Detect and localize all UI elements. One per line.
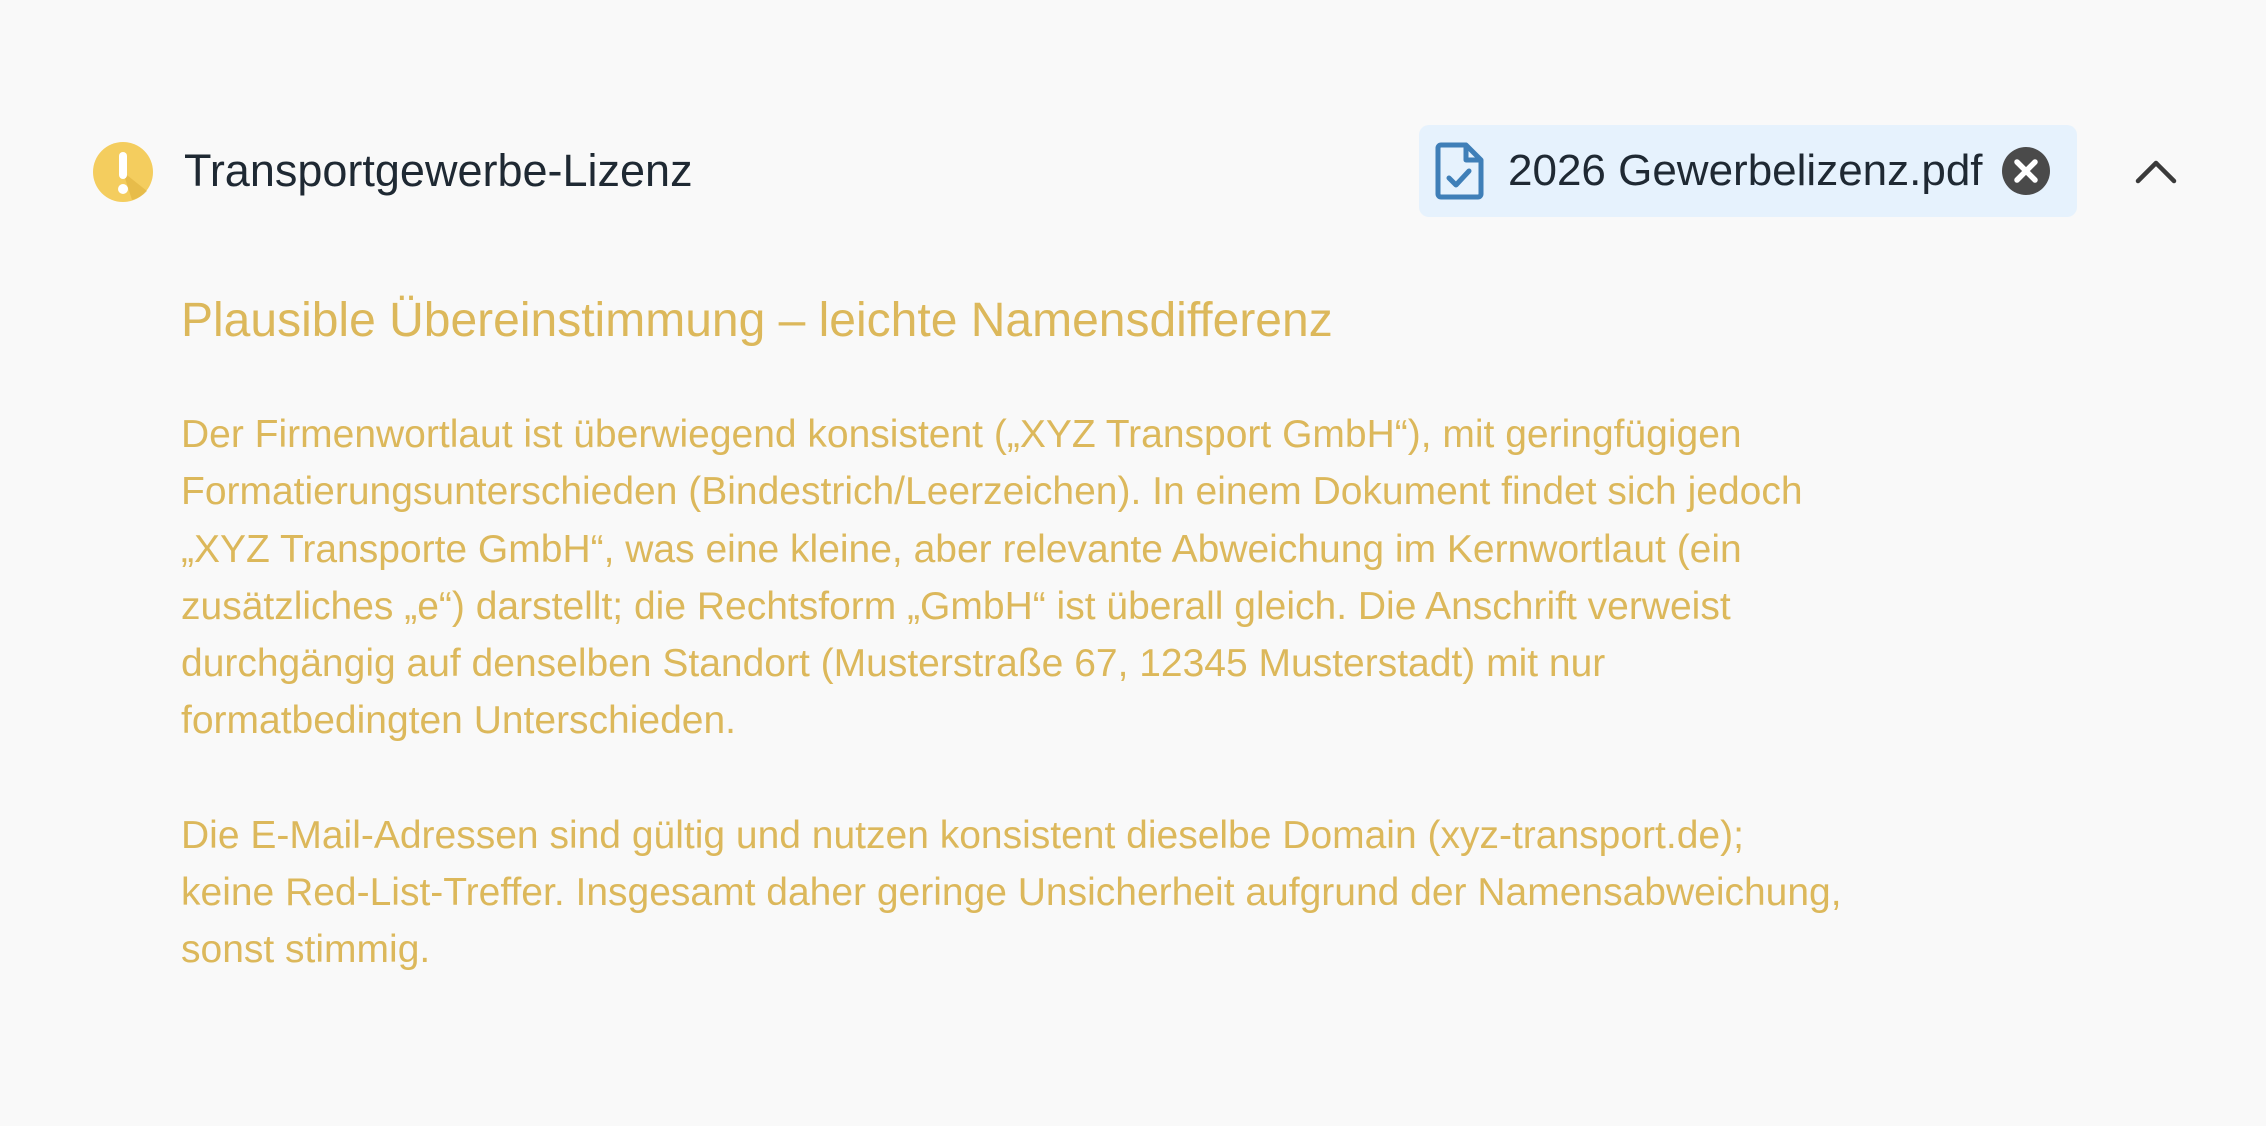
paragraph-line: Formatierungsunterschieden (Bindestrich/… <box>181 470 1803 514</box>
attachment-file-name[interactable]: 2026 Gewerbelizenz.pdf <box>1508 145 1983 197</box>
paragraph-line: zusätzliches „e“) darstellt; die Rechtsf… <box>181 584 1731 628</box>
paragraph-line: Der Firmenwortlaut ist überwiegend konsi… <box>181 413 1742 456</box>
close-circle-icon <box>2002 147 2050 195</box>
document-check-icon <box>1435 142 1485 200</box>
paragraph-line: Die E-Mail-Adressen sind gültig und nutz… <box>181 813 1744 857</box>
assessment-headline: Plausible Übereinstimmung – leichte Name… <box>181 294 1333 347</box>
section-title: Transportgewerbe-Lizenz <box>184 145 693 196</box>
paragraph-line: sonst stimmig. <box>181 928 431 972</box>
warning-icon <box>92 141 154 203</box>
paragraph-line: formatbedingten Unterschieden. <box>181 699 737 743</box>
chevron-up-icon <box>2135 160 2177 184</box>
assessment-paragraph-email: Die E-Mail-Adressen sind gültig und nutz… <box>181 807 2081 979</box>
section-header: Transportgewerbe-Lizenz 2026 Gewerbelize… <box>92 125 2192 217</box>
assessment-content: Plausible Übereinstimmung – leichte Name… <box>181 286 2081 979</box>
remove-attachment-button[interactable] <box>2002 147 2050 195</box>
paragraph-line: durchgängig auf denselben Standort (Must… <box>181 642 1606 686</box>
attachment-chip[interactable]: 2026 Gewerbelizenz.pdf <box>1419 125 2077 217</box>
paragraph-line: „XYZ Transporte GmbH“, was eine kleine, … <box>181 527 1742 571</box>
license-check-panel: Transportgewerbe-Lizenz 2026 Gewerbelize… <box>0 0 2266 1126</box>
collapse-button[interactable] <box>2130 149 2182 195</box>
assessment-paragraph-name-address: Der Firmenwortlaut ist überwiegend konsi… <box>181 406 2081 750</box>
paragraph-line: keine Red-List-Treffer. Insgesamt daher … <box>181 871 1842 915</box>
